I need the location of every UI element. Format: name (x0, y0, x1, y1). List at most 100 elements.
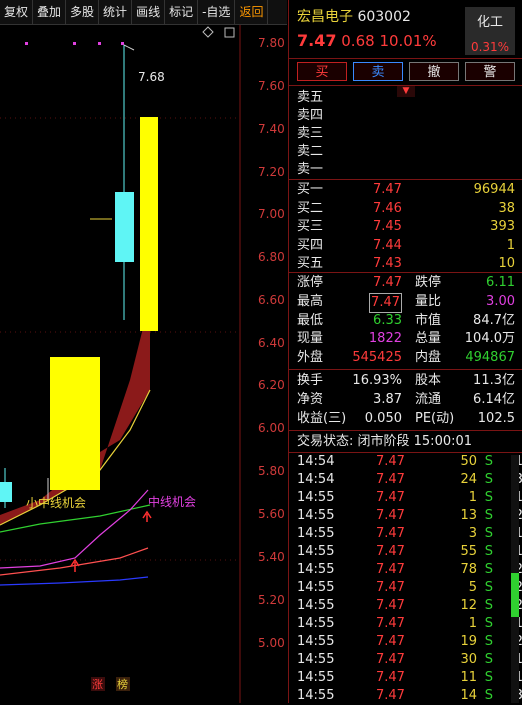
sector-name: 化工 (476, 15, 503, 30)
price-axis-label: 6.80 (258, 250, 285, 264)
price-axis-label: 5.00 (258, 636, 285, 650)
tick-time: 14:55 (297, 652, 335, 667)
fund-label: 流通 (415, 391, 442, 407)
fund-value: 16.93% (352, 373, 402, 388)
tick-volume: 5 (468, 580, 477, 595)
tick-price: 7.47 (376, 598, 405, 613)
bid-volume: 393 (490, 219, 515, 235)
tick-side: S (484, 454, 493, 469)
toolbar-mark-button[interactable]: 标记 (165, 0, 199, 24)
sell-button[interactable]: 卖 (353, 62, 403, 81)
scrollbar-thumb[interactable] (511, 573, 519, 617)
tick-price: 7.47 (376, 688, 405, 703)
buy-button[interactable]: 买 (297, 62, 347, 81)
tick-row: 14:557.4714S3 (297, 687, 522, 705)
tick-row: 14:557.471S1 (297, 615, 522, 633)
ask-level-label: 卖二 (297, 144, 324, 159)
bid-price: 7.44 (373, 237, 402, 253)
candle-body (140, 117, 158, 331)
tick-row: 14:557.4713S2 (297, 507, 522, 525)
tick-side: S (484, 598, 493, 613)
bid-level-label: 买一 (297, 182, 324, 197)
bid-volume: 96944 (473, 182, 515, 197)
tick-side: S (484, 652, 493, 667)
tick-price: 7.47 (376, 580, 405, 595)
tick-time: 14:55 (297, 562, 335, 577)
price-axis-label: 6.40 (258, 336, 285, 350)
tick-row: 14:557.473S1 (297, 525, 522, 543)
tick-price: 7.47 (376, 526, 405, 541)
ask-level-label: 卖三 (297, 126, 324, 141)
candle-body (50, 357, 100, 490)
signal-dot (121, 42, 124, 45)
tick-volume: 1 (468, 616, 477, 631)
tick-time: 14:55 (297, 598, 335, 613)
tick-volume: 19 (460, 634, 477, 649)
kline-chart[interactable]: 7.68 小中线机会 中线机会 涨 榜 7.80 7.60 7.40 7.20 7.00… (0, 25, 287, 703)
tick-time: 14:55 (297, 508, 335, 523)
tick-price: 7.47 (376, 544, 405, 559)
tick-row: 14:557.4755S1 (297, 543, 522, 561)
price-axis-label: 5.60 (258, 507, 285, 521)
tick-side: S (484, 616, 493, 631)
cancel-order-button[interactable]: 撤 (409, 62, 459, 81)
sector-box[interactable]: 化工 0.31% (465, 7, 515, 55)
trade-status: 交易状态: 闭市阶段 15:00:01 (297, 434, 473, 449)
annotation-small-mid-chance: 小中线机会 (26, 495, 86, 510)
price-axis-label: 7.00 (258, 207, 285, 221)
toolbar-remove-watchlist-button[interactable]: -自选 (198, 0, 236, 24)
ma-blue-line (0, 576, 149, 586)
scrollbar[interactable] (511, 455, 519, 703)
alert-button[interactable]: 警 (465, 62, 515, 81)
tick-volume: 24 (460, 472, 477, 487)
fund-value: 0.050 (364, 410, 402, 426)
stock-code: 603002 (357, 9, 411, 25)
fund-label: 收益(三) (297, 410, 347, 426)
toolbar-stats-button[interactable]: 统计 (99, 0, 133, 24)
tick-time: 14:54 (297, 472, 335, 487)
toolbar-overlay-button[interactable]: 叠加 (33, 0, 67, 24)
tick-side: S (484, 670, 493, 685)
chart-toolbar: 复权 叠加 多股 统计 画线 标记 -自选 返回 (0, 0, 287, 25)
toolbar-back-button[interactable]: 返回 (235, 0, 269, 24)
price-axis-label: 5.20 (258, 593, 285, 607)
fund-label: 股本 (415, 373, 442, 388)
price-axis-label: 5.40 (258, 550, 285, 564)
tick-time: 14:55 (297, 490, 335, 505)
toolbar-fuquan-button[interactable]: 复权 (0, 0, 34, 24)
stat-label: 内盘 (415, 350, 442, 366)
candle-body (0, 482, 12, 502)
tick-side: S (484, 688, 493, 703)
bid-price: 7.43 (373, 256, 402, 272)
bid-price: 7.47 (373, 182, 402, 197)
stat-value: 6.11 (486, 275, 515, 290)
signal-dot (73, 42, 76, 45)
tick-time: 14:55 (297, 544, 335, 559)
stat-label: 总量 (415, 331, 442, 347)
price-axis-label: 7.40 (258, 122, 285, 136)
stat-label: 跌停 (415, 275, 442, 290)
tick-volume: 1 (468, 490, 477, 505)
stat-value: 84.7亿 (473, 312, 515, 328)
stat-label: 市值 (415, 312, 442, 328)
tick-volume: 12 (460, 598, 477, 613)
tick-side: S (484, 526, 493, 541)
tick-time: 14:55 (297, 580, 335, 595)
candle-body (115, 192, 134, 262)
bid-volume: 1 (506, 237, 515, 253)
tick-volume: 3 (468, 526, 477, 541)
stat-label: 最高 (297, 293, 324, 309)
tick-volume: 55 (460, 544, 477, 559)
price-axis-label: 7.80 (258, 36, 285, 50)
tick-time: 14:55 (297, 688, 335, 703)
tick-side: S (484, 562, 493, 577)
ask-level-label: 卖五 (297, 90, 324, 105)
buy-arrow-icon (142, 510, 152, 522)
sector-pct: 0.31% (470, 40, 510, 54)
toolbar-draw-line-button[interactable]: 画线 (132, 0, 166, 24)
tick-time: 14:55 (297, 616, 335, 631)
tick-time: 14:55 (297, 526, 335, 541)
fund-value: 3.87 (373, 391, 402, 407)
toolbar-multi-stock-button[interactable]: 多股 (66, 0, 100, 24)
bid-level-label: 买二 (297, 200, 324, 216)
